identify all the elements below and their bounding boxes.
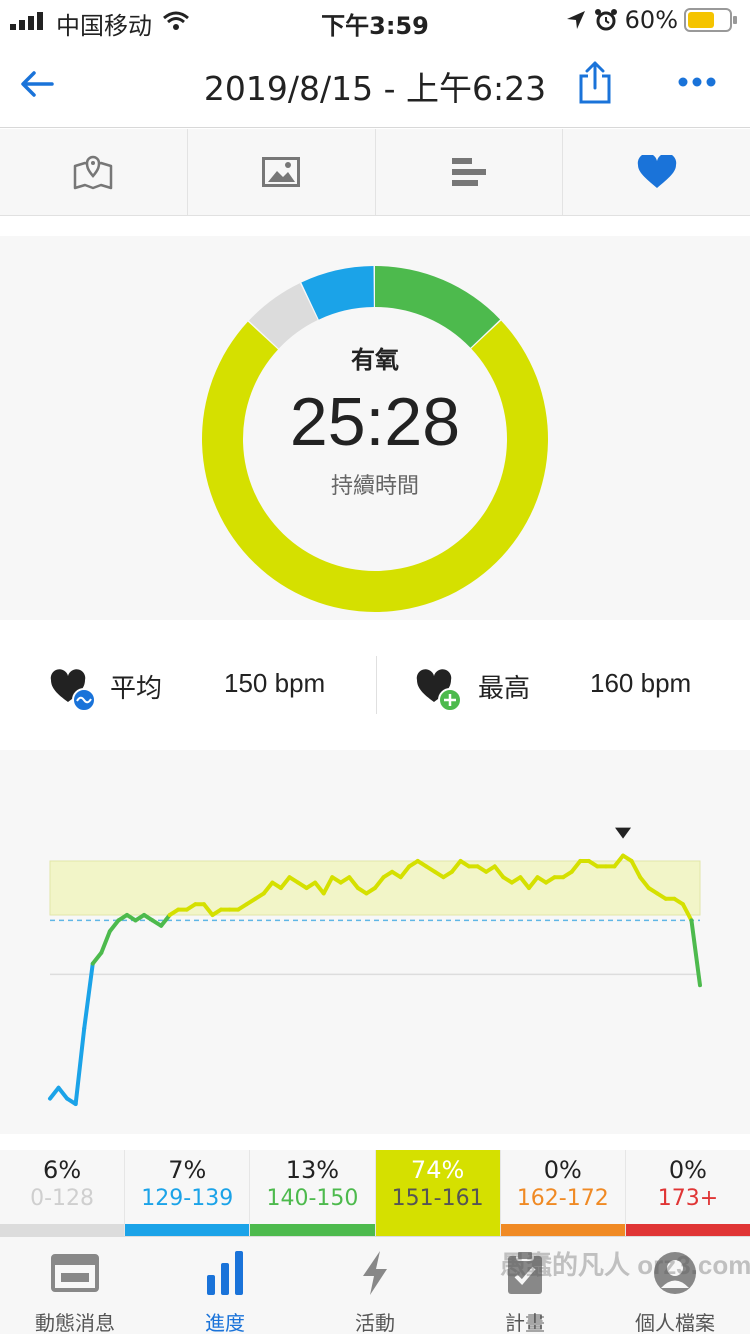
image-icon [262, 157, 301, 187]
zone-range: 151-161 [391, 1186, 484, 1211]
bottom-tab-news-feed[interactable]: 動態消息 [0, 1237, 150, 1334]
more-options-icon[interactable] [678, 76, 716, 88]
zone-percent: 7% [168, 1156, 207, 1184]
current-zone-name: 有氧 [351, 346, 399, 374]
zone-3[interactable]: 13% 140-150 [250, 1150, 376, 1236]
bottom-tab-label: 計畫 [505, 1311, 545, 1334]
heart-rate-line-segment [90, 950, 104, 966]
zone-1[interactable]: 6% 0-128 [0, 1150, 126, 1236]
zone-4[interactable]: 74% 151-161 [375, 1150, 501, 1236]
heart-rate-zone-ring-section: 有氧 25:28 持續時間 [0, 236, 750, 620]
tab-map[interactable] [0, 129, 188, 215]
heart-rate-line-segment [73, 1026, 87, 1106]
zone-distribution-bar: 6% 0-128 7% 129-139 13% 140-150 74% 151-… [0, 1150, 750, 1236]
nav-bar: 2019/8/15 - 上午6:23 [0, 42, 750, 128]
max-heart-rate-marker [615, 827, 632, 839]
zone-range: 0-128 [30, 1186, 95, 1211]
location-arrow-icon [567, 11, 585, 29]
tab-heart-rate[interactable] [563, 129, 750, 215]
heart-rate-line-segment [82, 961, 95, 1031]
heart-rate-chart-section [0, 750, 750, 1134]
news-feed-icon [51, 1254, 99, 1292]
stats-divider [376, 656, 377, 714]
battery-icon [684, 8, 737, 32]
tab-splits[interactable] [376, 129, 564, 215]
heart-rate-line-chart [48, 827, 702, 1106]
zone-percent: 6% [43, 1156, 82, 1184]
tab-photos[interactable] [188, 129, 376, 215]
average-label: 平均 [110, 674, 163, 704]
detail-tab-strip [0, 129, 750, 216]
progress-bars-icon [207, 1251, 243, 1295]
zone-6[interactable]: 0% 173+ [625, 1150, 750, 1236]
battery-percent: 60% [624, 6, 678, 34]
zone-color-stripe [125, 1224, 250, 1236]
zone-percent: 13% [285, 1156, 340, 1184]
watermark-text: 愚蠢的凡人 orz3.com [500, 1250, 750, 1280]
average-value: 150 bpm [224, 668, 326, 698]
zone-5[interactable]: 0% 162-172 [500, 1150, 626, 1236]
page-title: 2019/8/15 - 上午6:23 [203, 69, 547, 108]
bottom-tab-bar: 動態消息 進度 活動 計畫 個人檔案 愚蠢的凡人 orz3.com [0, 1236, 750, 1334]
status-bar: 中国移动 下午3:59 60% [0, 0, 750, 42]
zone-color-stripe [625, 1224, 750, 1236]
heart-rate-line-segment [99, 929, 112, 955]
max-value: 160 bpm [590, 668, 692, 698]
zone-duration: 25:28 [289, 384, 461, 460]
zone-2[interactable]: 7% 129-139 [125, 1150, 251, 1236]
ring-segment-green [375, 266, 501, 348]
map-icon [74, 155, 113, 190]
zone-range: 129-139 [141, 1186, 234, 1211]
bottom-tab-label: 個人檔案 [635, 1311, 715, 1334]
zone-percent: 0% [668, 1156, 707, 1184]
zone-range: 173+ [657, 1186, 719, 1211]
bottom-tab-progress[interactable]: 進度 [150, 1237, 300, 1334]
heart-rate-stats: 平均 150 bpm 最高 160 bpm [0, 640, 750, 732]
zone-range: 162-172 [516, 1186, 609, 1211]
heart-rate-line-segment [48, 1085, 61, 1101]
heart-rate-line-segment [56, 1085, 70, 1101]
average-heart-icon [50, 669, 96, 712]
zone-percent: 74% [410, 1156, 465, 1184]
alarm-icon [595, 9, 617, 31]
zone-color-stripe [375, 1224, 500, 1236]
bottom-tab-label: 活動 [355, 1311, 395, 1334]
share-icon[interactable] [578, 60, 612, 104]
max-label: 最高 [478, 674, 531, 704]
heart-rate-line-segment [107, 918, 121, 934]
watermark: 愚蠢的凡人 orz3.com [500, 1245, 750, 1282]
zone-color-stripe [250, 1224, 375, 1236]
bottom-tab-label: 動態消息 [35, 1311, 115, 1334]
zone-percent: 0% [543, 1156, 582, 1184]
zone-color-stripe [500, 1224, 625, 1236]
bottom-tab-activities[interactable]: 活動 [300, 1237, 450, 1334]
duration-label: 持續時間 [330, 474, 419, 499]
zone-range: 140-150 [266, 1186, 359, 1211]
heart-icon [637, 155, 676, 188]
bars-icon [451, 158, 486, 186]
lightning-icon [363, 1251, 387, 1295]
heart-rate-line-segment [689, 918, 702, 988]
bottom-tab-label: 進度 [205, 1311, 245, 1334]
zone-color-stripe [0, 1224, 125, 1236]
max-heart-icon [416, 669, 462, 712]
